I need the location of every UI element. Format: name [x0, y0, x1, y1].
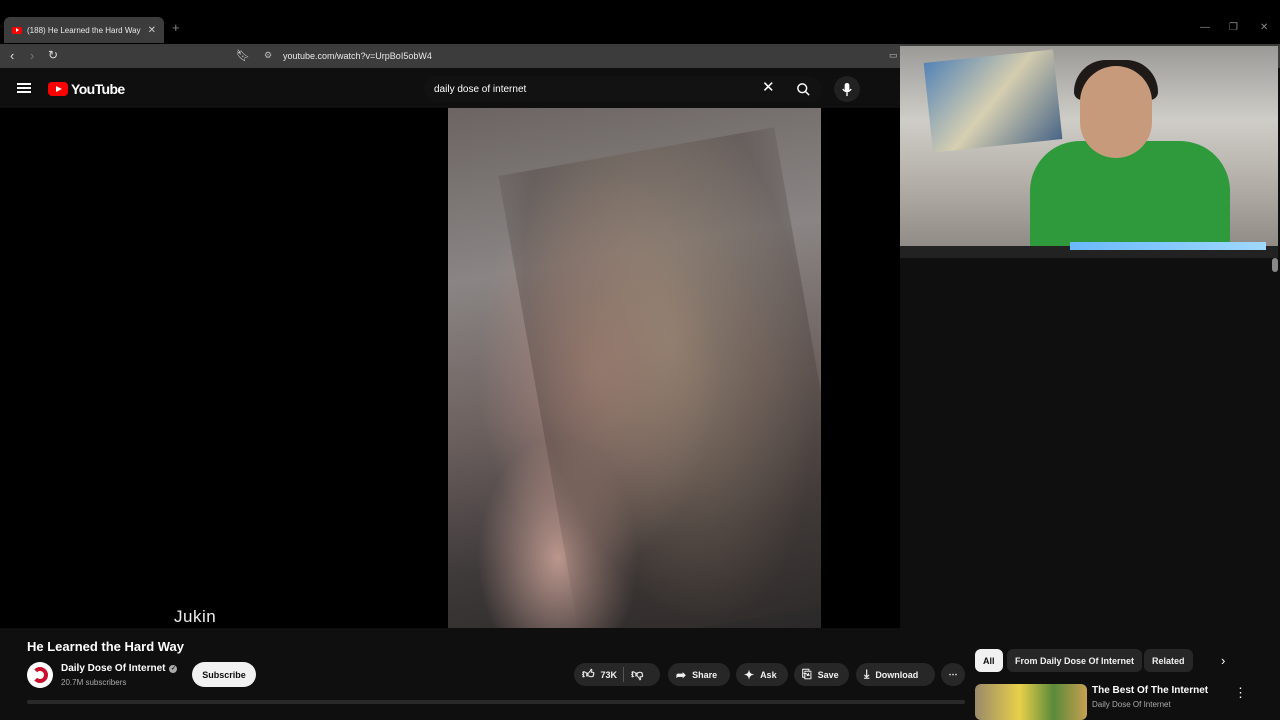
chevron-right-icon[interactable]: › — [1221, 653, 1225, 668]
description-box-edge — [27, 700, 965, 704]
maximize-icon[interactable]: ❐ — [1229, 22, 1238, 33]
bookmark-icon[interactable]: 🔖︎ — [236, 49, 250, 62]
subscribe-button[interactable]: Subscribe — [192, 662, 256, 687]
new-tab-icon[interactable]: + — [172, 20, 180, 35]
chip-related[interactable]: Related — [1144, 649, 1193, 672]
subscriber-count: 20.7M subscribers — [61, 678, 127, 687]
close-tab-icon[interactable]: ✕ — [148, 25, 156, 36]
url-text: youtube.com/watch?v=UrpBoI5obW4 — [283, 51, 432, 61]
share-button[interactable]: ➦ Share — [668, 663, 730, 686]
tab-title: (188) He Learned the Hard Way — [27, 25, 141, 35]
reload-icon[interactable]: ↻ — [48, 48, 58, 62]
related-video-title[interactable]: The Best Of The Internet — [1092, 685, 1208, 696]
streamer-face — [1080, 66, 1152, 158]
keyboard — [1070, 242, 1266, 250]
chip-from-channel[interactable]: From Daily Dose Of Internet — [1007, 649, 1143, 672]
clear-search-icon[interactable]: ✕ — [762, 80, 775, 96]
microphone-icon — [842, 82, 852, 96]
channel-avatar[interactable] — [27, 662, 53, 688]
video-watermark: Jukin — [174, 607, 217, 626]
minimize-icon[interactable]: — — [1200, 22, 1210, 33]
youtube-logo[interactable]: YouTube — [48, 81, 125, 97]
ask-label: Ask — [760, 669, 777, 680]
search-button[interactable] — [784, 76, 822, 102]
more-actions-button[interactable]: ⋯ — [941, 663, 965, 686]
back-icon[interactable]: ‹ — [10, 48, 14, 63]
related-video-thumbnail[interactable] — [975, 684, 1087, 720]
share-label: Share — [692, 669, 718, 680]
dislike-icon[interactable]: 👎︎ — [631, 667, 643, 682]
youtube-favicon-icon — [12, 26, 22, 34]
download-label: Download — [875, 669, 919, 680]
voice-search-button[interactable] — [834, 76, 860, 102]
channel-logo-icon — [32, 667, 48, 683]
search-query: daily dose of internet — [434, 83, 527, 95]
sparkle-icon: ✦ — [744, 667, 755, 682]
like-icon[interactable]: 👍︎ — [582, 667, 595, 682]
cast-icon[interactable]: ▭ — [889, 50, 898, 61]
youtube-logo-text: YouTube — [71, 81, 125, 97]
download-icon: ⤓ — [864, 667, 870, 681]
close-window-icon[interactable]: ✕ — [1260, 22, 1268, 33]
ask-button[interactable]: ✦ Ask — [736, 663, 788, 686]
hamburger-menu-icon[interactable] — [17, 83, 31, 93]
save-label: Save — [817, 669, 839, 680]
kebab-menu-icon[interactable]: ⋮ — [1234, 685, 1247, 701]
share-icon: ➦ — [676, 667, 687, 682]
chip-all[interactable]: All — [975, 649, 1003, 672]
search-input[interactable]: daily dose of internet — [424, 76, 784, 102]
wall-poster — [923, 49, 1063, 153]
youtube-play-icon — [48, 82, 68, 96]
channel-name: Daily Dose Of Internet — [61, 663, 166, 674]
download-button[interactable]: ⤓ Download — [856, 663, 935, 686]
related-video-channel: Daily Dose Of Internet — [1092, 700, 1171, 709]
address-bar[interactable]: ⚙ youtube.com/watch?v=UrpBoI5obW4 — [258, 46, 898, 66]
like-count[interactable]: 73K — [601, 670, 618, 680]
webcam-overlay — [900, 46, 1278, 258]
browser-titlebar — [0, 0, 1280, 44]
streamer-shirt — [1030, 141, 1230, 258]
video-content-image — [498, 127, 821, 628]
like-dislike-group: 👍︎ 73K 👎︎ — [574, 663, 660, 686]
video-frame[interactable] — [448, 108, 821, 628]
page-scrollbar[interactable] — [1272, 258, 1278, 272]
save-button[interactable]: ⎘ Save — [794, 663, 849, 686]
site-info-icon[interactable]: ⚙ — [264, 50, 272, 61]
search-icon — [796, 82, 810, 96]
more-horizontal-icon: ⋯ — [948, 669, 958, 679]
like-divider — [623, 667, 625, 682]
browser-tab[interactable]: (188) He Learned the Hard Way ✕ — [4, 17, 164, 43]
bookmark-save-icon: ⎘ — [802, 667, 812, 681]
verified-icon: ✓ — [169, 664, 178, 673]
forward-icon[interactable]: › — [30, 48, 34, 63]
channel-name-link[interactable]: Daily Dose Of Internet ✓ — [61, 663, 178, 674]
video-title: He Learned the Hard Way — [27, 639, 185, 654]
